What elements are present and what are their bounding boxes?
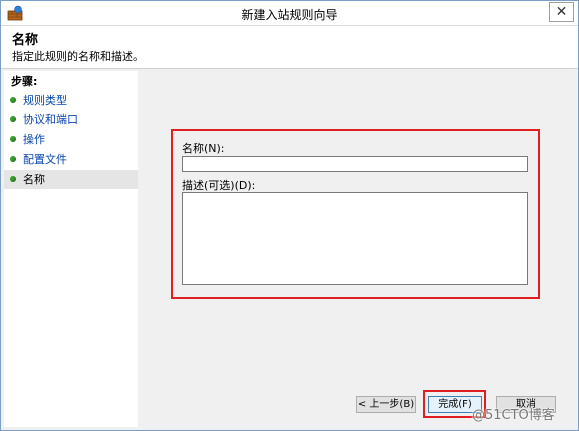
watermark: @51CTO博客 (472, 408, 555, 423)
steps-heading: 步骤: (11, 75, 38, 88)
description-textarea[interactable] (182, 192, 528, 285)
title-bar[interactable]: 新建入站规则向导 ✕ (1, 1, 578, 26)
page-title: 名称 (12, 33, 39, 48)
page-header: 名称 指定此规则的名称和描述。 (1, 26, 578, 69)
page-description: 指定此规则的名称和描述。 (12, 50, 144, 63)
sidebar-item-rule-type[interactable]: 规则类型 (4, 91, 138, 110)
steps-sidebar: 步骤: 规则类型 协议和端口 操作 配置文件 名称 (4, 71, 138, 427)
sidebar-item-label: 名称 (23, 173, 45, 186)
step-bullet-icon (10, 136, 16, 142)
step-bullet-icon (10, 116, 16, 122)
sidebar-item-profile[interactable]: 配置文件 (4, 150, 138, 169)
description-label: 描述(可选)(D): (182, 179, 256, 192)
sidebar-item-protocol-ports[interactable]: 协议和端口 (4, 110, 138, 129)
step-bullet-icon (10, 156, 16, 162)
step-bullet-icon (10, 97, 16, 103)
sidebar-item-label: 配置文件 (23, 153, 67, 166)
sidebar-item-action[interactable]: 操作 (4, 130, 138, 149)
name-input[interactable] (182, 156, 528, 172)
name-label: 名称(N): (182, 142, 225, 155)
sidebar-item-label: 规则类型 (23, 94, 67, 107)
window-title: 新建入站规则向导 (241, 8, 338, 22)
step-bullet-icon (10, 176, 16, 182)
previous-button[interactable]: < 上一步(B) (356, 396, 416, 413)
sidebar-item-name[interactable]: 名称 (4, 170, 138, 189)
sidebar-item-label: 协议和端口 (23, 113, 78, 126)
close-button[interactable]: ✕ (549, 2, 574, 22)
sidebar-item-label: 操作 (23, 133, 45, 146)
